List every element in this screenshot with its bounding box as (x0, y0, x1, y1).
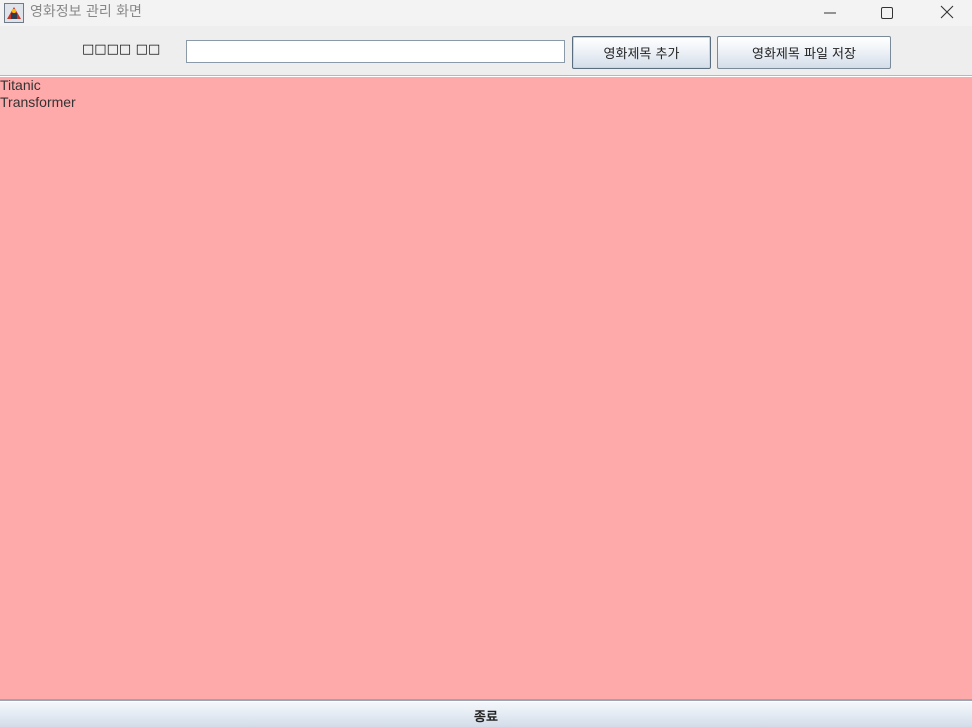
minimize-button[interactable] (807, 0, 853, 26)
save-movie-titles-file-button[interactable]: 영화제목 파일 저장 (717, 36, 891, 69)
close-button[interactable] (924, 0, 970, 26)
window-title: 영화정보 관리 화면 (30, 4, 142, 20)
movie-title-input[interactable] (186, 40, 565, 63)
exit-button-label: 종료 (474, 710, 498, 725)
movie-list[interactable]: Titanic Transformer (0, 77, 972, 699)
list-item[interactable]: Titanic (0, 77, 972, 94)
java-app-icon (4, 3, 24, 23)
maximize-button[interactable] (864, 0, 910, 26)
list-item[interactable]: Transformer (0, 94, 972, 111)
minimize-icon (824, 4, 836, 23)
close-icon (940, 4, 954, 23)
movie-title-label: □□□□ □□ (82, 42, 161, 57)
add-movie-title-button[interactable]: 영화제목 추가 (572, 36, 711, 69)
maximize-icon (881, 4, 893, 23)
app-window: 영화정보 관리 화면 □□□□ □□ 영화제목 추가 영화제목 파일 저장 Ti… (0, 0, 972, 727)
exit-button[interactable]: 종료 (0, 701, 972, 727)
title-bar: 영화정보 관리 화면 (0, 0, 972, 26)
input-panel: □□□□ □□ 영화제목 추가 영화제목 파일 저장 (0, 26, 972, 75)
